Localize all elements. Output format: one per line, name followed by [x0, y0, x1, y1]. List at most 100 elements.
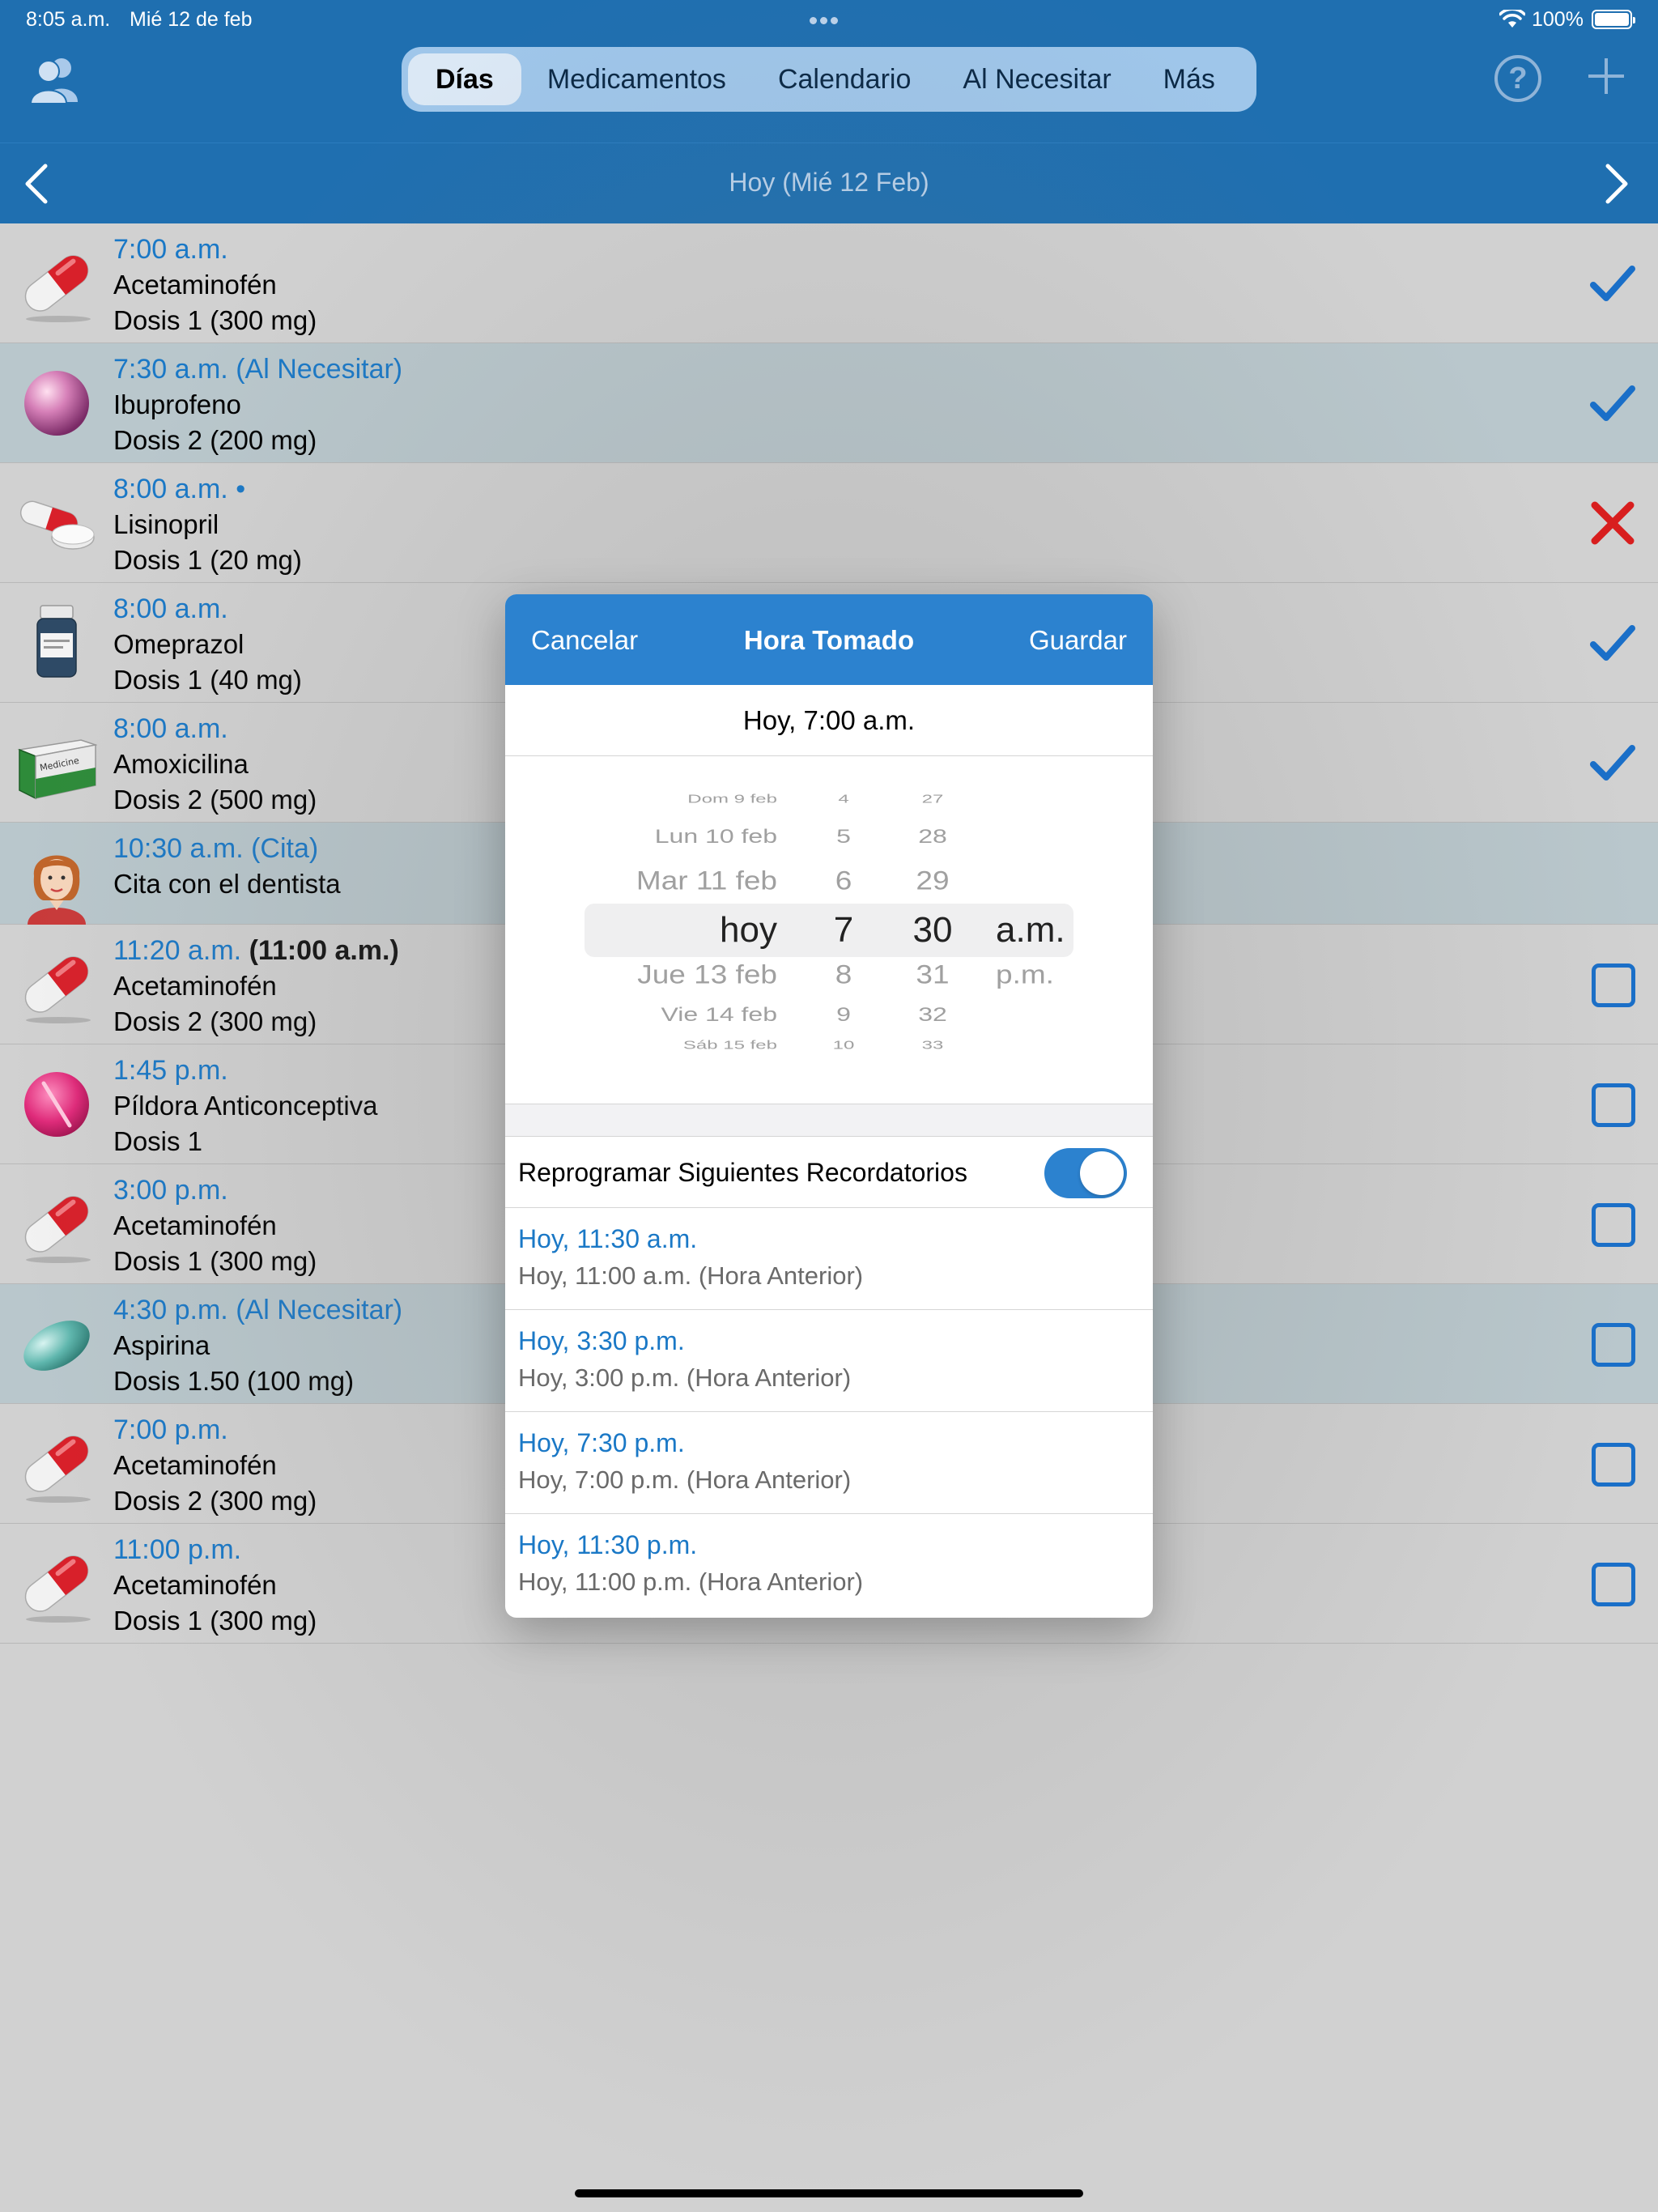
person-avatar-icon	[16, 840, 97, 925]
dose-amount: Dosis 2 (500 mg)	[113, 785, 317, 815]
app-header: 8:05 a.m. Mié 12 de feb 100% Días Medica…	[0, 0, 1658, 223]
users-icon[interactable]	[29, 55, 81, 104]
checkmark-icon[interactable]	[1588, 738, 1637, 787]
new-reminder-time: Hoy, 11:30 a.m.	[518, 1224, 698, 1253]
checkbox-empty[interactable]	[1592, 1443, 1635, 1487]
checkmark-icon[interactable]	[1588, 259, 1637, 308]
medication-name: Acetaminofén	[113, 971, 277, 1001]
picker-option[interactable]: p.m.	[996, 959, 1054, 989]
row-text: 8:00 a.m. Amoxicilina Dosis 2 (500 mg)	[113, 711, 317, 818]
tab-al-necesitar[interactable]: Al Necesitar	[937, 53, 1137, 105]
dose-time: 7:00 a.m.	[113, 232, 317, 267]
medicine-box-icon: Medicine	[16, 721, 98, 805]
dose-amount: Dosis 1.50 (100 mg)	[113, 1366, 355, 1396]
dose-amount: Dosis 2 (300 mg)	[113, 1006, 317, 1036]
dose-time-label: 11:00 p.m.	[113, 1534, 242, 1565]
dose-time: 8:00 a.m.	[113, 591, 302, 627]
save-button[interactable]: Guardar	[1029, 625, 1127, 656]
schedule-row[interactable]: 8:00 a.m. • Lisinopril Dosis 1 (20 mg)	[0, 463, 1658, 583]
medication-name: Acetaminofén	[113, 1570, 277, 1600]
dose-time-label: 7:30 a.m. (Al Necesitar)	[113, 354, 403, 385]
row-text: 3:00 p.m. Acetaminofén Dosis 1 (300 mg)	[113, 1172, 317, 1279]
toggle-knob	[1080, 1151, 1124, 1195]
reschedule-toggle-row: Reprogramar Siguientes Recordatorios	[505, 1137, 1153, 1208]
dose-amount: Dosis 2 (300 mg)	[113, 1486, 317, 1516]
add-icon[interactable]	[1588, 58, 1624, 94]
dose-amount: Dosis 2 (200 mg)	[113, 425, 317, 455]
checkbox-empty[interactable]	[1592, 1323, 1635, 1367]
row-text: 11:00 p.m. Acetaminofén Dosis 1 (300 mg)	[113, 1532, 317, 1639]
dose-time-label: 11:20 a.m.	[113, 935, 242, 966]
medication-name: Ibuprofeno	[113, 389, 241, 419]
picker-fade-top	[505, 756, 1153, 789]
pill-bottle-icon	[16, 601, 97, 685]
reschedule-item[interactable]: Hoy, 7:30 p.m. Hoy, 7:00 p.m. (Hora Anter…	[505, 1412, 1153, 1514]
medication-name: Acetaminofén	[113, 1450, 277, 1480]
capsule-red-icon	[16, 1542, 97, 1626]
schedule-row[interactable]: 7:30 a.m. (Al Necesitar) Ibuprofeno Dosis …	[0, 343, 1658, 463]
status-time: 8:05 a.m.	[26, 8, 111, 31]
dose-time-label: 10:30 a.m. (Cita)	[113, 833, 319, 864]
checkbox-empty[interactable]	[1592, 963, 1635, 1007]
medication-name: Lisinopril	[113, 509, 219, 539]
dose-time: 7:00 p.m.	[113, 1412, 317, 1448]
dose-time-label: 8:00 a.m. •	[113, 474, 246, 504]
dose-time: 7:30 a.m. (Al Necesitar)	[113, 351, 402, 387]
teal-oval-pill-icon	[16, 1302, 97, 1386]
previous-reminder-time: Hoy, 11:00 a.m. (Hora Anterior)	[518, 1261, 864, 1290]
reschedule-list: Hoy, 11:30 a.m. Hoy, 11:00 a.m. (Hora Ant…	[505, 1208, 1153, 1616]
checkbox-empty[interactable]	[1592, 1203, 1635, 1247]
capsule-red-icon	[16, 1422, 97, 1506]
schedule-row[interactable]: 7:00 a.m. Acetaminofén Dosis 1 (300 mg)	[0, 223, 1658, 343]
tab-mas[interactable]: Más	[1137, 53, 1241, 105]
reschedule-item[interactable]: Hoy, 11:30 p.m. Hoy, 11:00 p.m. (Hora Ant…	[505, 1514, 1153, 1616]
tab-dias[interactable]: Días	[408, 53, 521, 105]
dose-amount: Dosis 1 (20 mg)	[113, 545, 302, 575]
row-text: 7:00 a.m. Acetaminofén Dosis 1 (300 mg)	[113, 232, 317, 338]
home-indicator[interactable]	[575, 2189, 1083, 2197]
dose-time-label: 8:00 a.m.	[113, 713, 228, 744]
picker-fade-bottom	[505, 1071, 1153, 1104]
dose-amount: Dosis 1 (300 mg)	[113, 1246, 317, 1276]
capsule-red-icon	[16, 1182, 97, 1266]
status-date: Mié 12 de feb	[130, 8, 253, 31]
reschedule-item[interactable]: Hoy, 3:30 p.m. Hoy, 3:00 p.m. (Hora Anter…	[505, 1310, 1153, 1412]
picker-option[interactable]: a.m.	[996, 910, 1065, 951]
row-text: 11:20 a.m. (11:00 a.m.) Acetaminofén Dosis…	[113, 933, 399, 1040]
dose-amount: Dosis 1 (300 mg)	[113, 305, 317, 335]
medication-name: Acetaminofén	[113, 1210, 277, 1240]
dose-time: 8:00 a.m.	[113, 711, 317, 747]
row-text: 7:00 p.m. Acetaminofén Dosis 2 (300 mg)	[113, 1412, 317, 1519]
x-mark-icon[interactable]	[1588, 499, 1637, 547]
current-date-title[interactable]: Hoy (Mié 12 Feb)	[0, 168, 1658, 198]
dose-time: 1:45 p.m.	[113, 1053, 378, 1088]
medication-name: Acetaminofén	[113, 270, 277, 300]
medication-name: Amoxicilina	[113, 749, 249, 779]
dose-amount: Dosis 1 (40 mg)	[113, 665, 302, 695]
dose-amount: Dosis 1 (300 mg)	[113, 1606, 317, 1636]
picker-ampm-column[interactable]: a.m. p.m.	[505, 756, 1153, 1104]
checkmark-icon[interactable]	[1588, 379, 1637, 428]
medication-name: Aspirina	[113, 1330, 210, 1360]
dose-time: 4:30 p.m. (Al Necesitar)	[113, 1292, 402, 1328]
tab-medicamentos[interactable]: Medicamentos	[521, 53, 752, 105]
row-text: 4:30 p.m. (Al Necesitar) Aspirina Dosis 1.…	[113, 1292, 402, 1399]
previous-reminder-time: Hoy, 11:00 p.m. (Hora Anterior)	[518, 1568, 864, 1596]
date-time-picker[interactable]: Dom 9 feb Lun 10 feb Mar 11 feb hoy Jue 13 f…	[505, 756, 1153, 1104]
row-text: 7:30 a.m. (Al Necesitar) Ibuprofeno Dosis …	[113, 351, 402, 458]
dose-time-label: 7:00 a.m.	[113, 234, 228, 265]
multitask-dots-icon[interactable]	[810, 6, 848, 31]
status-bar: 8:05 a.m. Mié 12 de feb 100%	[0, 0, 1658, 40]
new-reminder-time: Hoy, 3:30 p.m.	[518, 1326, 685, 1355]
checkbox-empty[interactable]	[1592, 1083, 1635, 1127]
medication-name: Omeprazol	[113, 629, 244, 659]
checkmark-icon[interactable]	[1588, 619, 1637, 667]
help-icon[interactable]: ?	[1494, 55, 1541, 102]
chevron-right-icon[interactable]	[1592, 161, 1637, 206]
dose-time-label: 7:00 p.m.	[113, 1414, 228, 1445]
tab-calendario[interactable]: Calendario	[752, 53, 937, 105]
reschedule-toggle[interactable]	[1044, 1148, 1127, 1198]
checkbox-empty[interactable]	[1592, 1563, 1635, 1606]
reschedule-item[interactable]: Hoy, 11:30 a.m. Hoy, 11:00 a.m. (Hora Ant…	[505, 1208, 1153, 1310]
pink-pearl-icon	[16, 361, 97, 445]
